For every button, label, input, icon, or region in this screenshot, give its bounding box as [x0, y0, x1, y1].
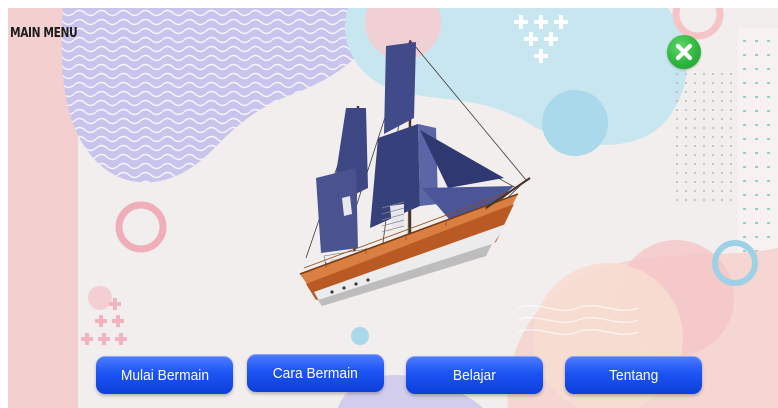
about-button-label: Tentang: [608, 366, 659, 384]
play-button[interactable]: Mulai Bermain: [96, 356, 233, 394]
how-to-play-button[interactable]: Cara Bermain: [247, 354, 384, 392]
page-title: MAIN MENU: [10, 26, 78, 41]
how-to-play-button-label: Cara Bermain: [272, 364, 359, 382]
close-button[interactable]: [667, 35, 701, 69]
learn-button[interactable]: Belajar: [406, 356, 543, 394]
game-screen: MAIN MENU Mulai Bermain Cara Bermain Bel…: [8, 8, 778, 408]
learn-button-label: Belajar: [453, 366, 496, 384]
close-icon: [675, 43, 693, 61]
about-button[interactable]: Tentang: [565, 356, 702, 394]
ship-icon: [299, 39, 531, 306]
play-button-label: Mulai Bermain: [120, 366, 209, 384]
